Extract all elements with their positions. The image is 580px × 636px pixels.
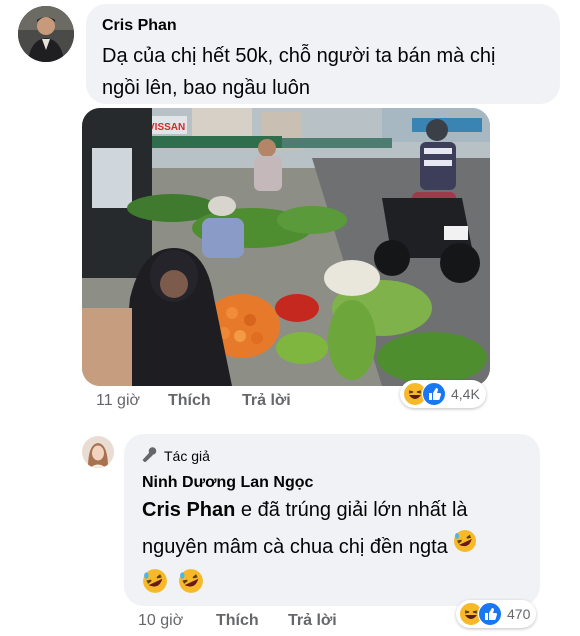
author-badge-label: Tác giả xyxy=(164,447,210,464)
comment-text-segment: nguyên mâm cà chua chị đền ngta xyxy=(142,536,448,558)
comment-time[interactable]: 10 giờ xyxy=(138,612,216,630)
comment-text: Dạ của chị hết 50k, chỗ người ta bán mà … xyxy=(102,40,552,104)
reply-button[interactable]: Trả lời xyxy=(288,612,337,630)
svg-text:VISSAN: VISSAN xyxy=(148,122,185,133)
comment-time[interactable]: 11 giờ xyxy=(96,392,168,410)
like-button[interactable]: Thích xyxy=(216,612,288,630)
mention-cris-phan[interactable]: Cris Phan xyxy=(142,499,235,521)
rofl-emoji-icon xyxy=(178,568,204,607)
like-button[interactable]: Thích xyxy=(168,392,242,410)
comment-text-line: Dạ của chị hết 50k, chỗ người ta bán mà … xyxy=(102,45,496,67)
comment-text-line: ngồi lên, bao ngầu luôn xyxy=(102,77,310,99)
reaction-count: 470 xyxy=(507,606,531,622)
reaction-summary[interactable]: 4,4K xyxy=(400,380,486,408)
rofl-emoji-icon xyxy=(142,568,168,607)
comment-actions: 10 giờ Thích Trả lời xyxy=(138,612,337,630)
reaction-summary[interactable]: 470 xyxy=(456,600,537,628)
comment-bubble-cris-phan: Cris Phan Dạ của chị hết 50k, chỗ người … xyxy=(86,4,560,104)
comment-text-line: Cris Phan e đã trúng giải lớn nhất là xyxy=(142,492,536,529)
reaction-count: 4,4K xyxy=(451,386,480,402)
avatar-ninh-duong-lan-ngoc[interactable] xyxy=(82,436,114,468)
microphone-icon xyxy=(142,446,158,465)
comment-text-line: nguyên mâm cà chua chị đền ngta xyxy=(142,529,536,566)
author-badge: Tác giả xyxy=(142,446,210,465)
reply-button[interactable]: Trả lời xyxy=(242,392,291,410)
comment-bubble-ninh-duong-lan-ngoc: Tác giả Ninh Dương Lan Ngọc Cris Phan e … xyxy=(124,434,540,606)
comment-author[interactable]: Cris Phan xyxy=(102,17,177,35)
rofl-emoji-icon xyxy=(453,529,477,566)
comment-text: Cris Phan e đã trúng giải lớn nhất là ng… xyxy=(142,492,536,607)
comment-photo[interactable]: VISSAN xyxy=(82,108,490,386)
like-icon xyxy=(422,382,446,406)
comment-text-segment: e đã trúng giải lớn nhất là xyxy=(235,499,468,521)
avatar-cris-phan[interactable] xyxy=(18,6,74,62)
like-icon xyxy=(478,602,502,626)
comment-actions: 11 giờ Thích Trả lời xyxy=(96,392,291,410)
comment-author[interactable]: Ninh Dương Lan Ngọc xyxy=(142,474,313,492)
